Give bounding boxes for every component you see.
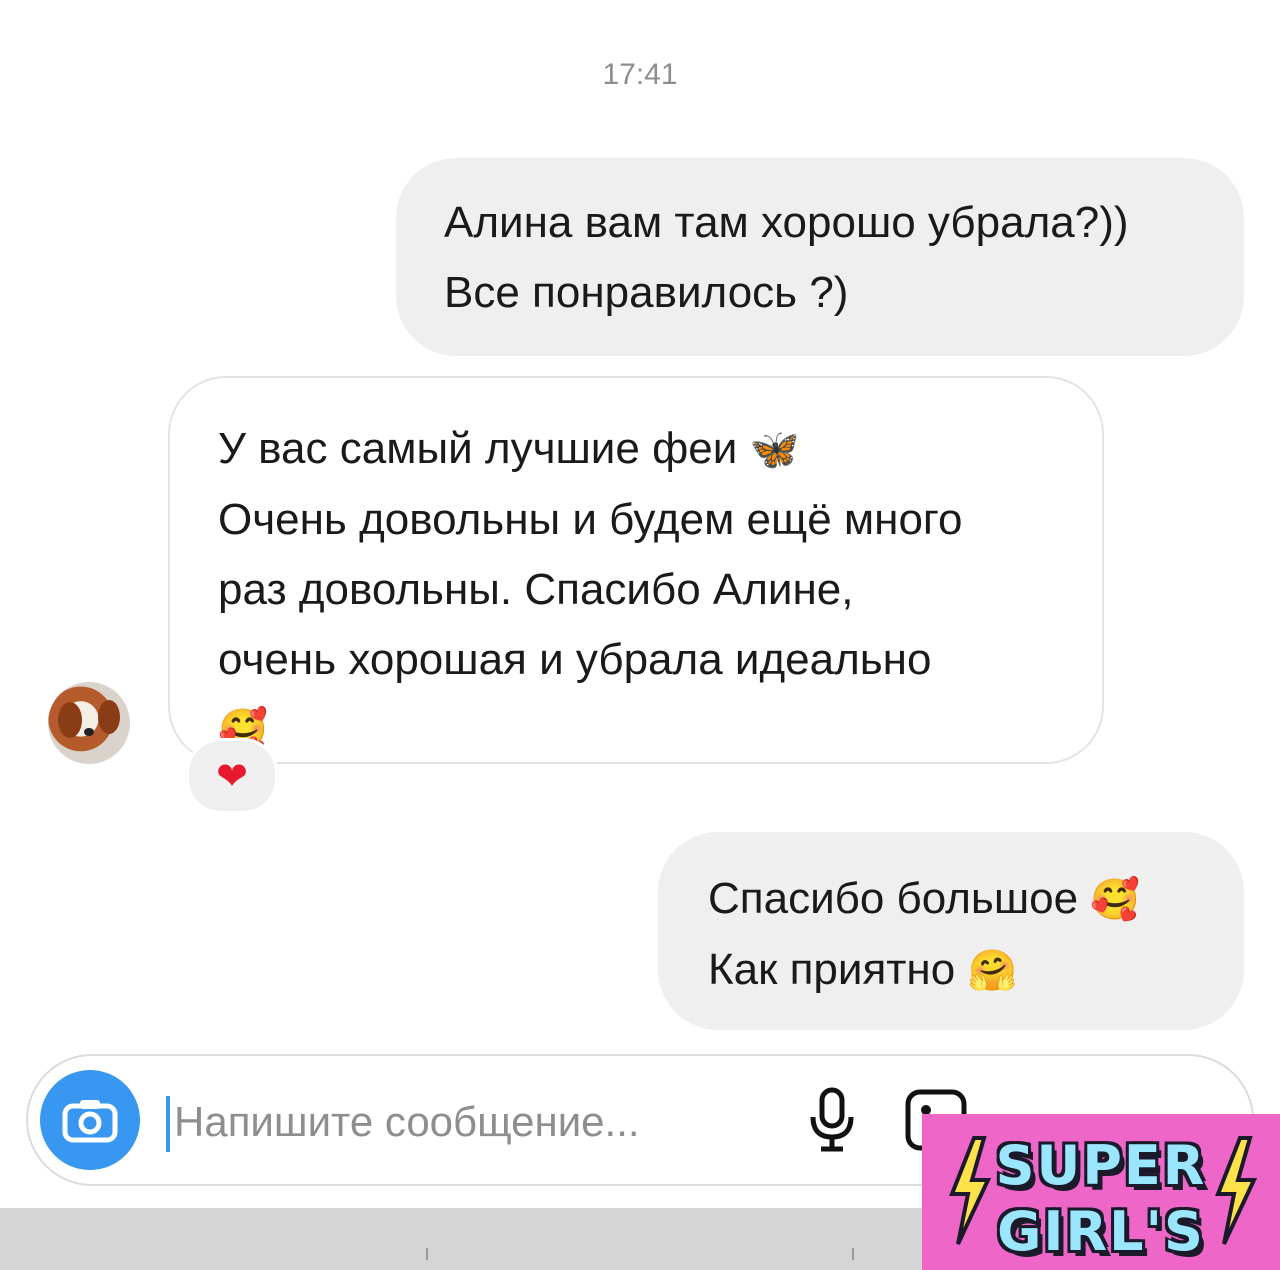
- message-text: Спасибо большое: [708, 874, 1079, 923]
- message-timestamp: 17:41: [602, 58, 678, 91]
- message-line: Очень довольны и будем ещё много: [218, 495, 963, 544]
- message-line: Алина вам там хорошо убрала?)): [444, 198, 1129, 247]
- smiling-hearts-emoji-icon: 🥰: [1090, 877, 1141, 923]
- sender-avatar[interactable]: [48, 682, 130, 764]
- outgoing-message-bubble[interactable]: Спасибо большое 🥰 Как приятно 🤗: [658, 832, 1244, 1030]
- outgoing-message-bubble[interactable]: Алина вам там хорошо убрала?)) Все понра…: [396, 158, 1244, 356]
- message-text: Как приятно: [708, 945, 956, 994]
- message-line: У вас самый лучшие феи 🦋: [218, 414, 1102, 485]
- message-line: Спасибо большое 🥰: [708, 864, 1244, 935]
- incoming-message-bubble[interactable]: У вас самый лучшие феи 🦋 Очень довольны …: [168, 376, 1104, 764]
- heart-reaction-icon[interactable]: ❤: [186, 738, 278, 814]
- camera-icon: [62, 1100, 118, 1143]
- super-girls-logo: SUPER GIRL'S: [922, 1114, 1280, 1270]
- microphone-button[interactable]: [792, 1080, 872, 1160]
- message-line: Как приятно 🤗: [708, 935, 1244, 1006]
- butterfly-emoji-icon: 🦋: [749, 427, 800, 473]
- smiling-hearts-emoji-icon: 🥰: [218, 707, 268, 753]
- message-line: раз довольны. Спасибо Алине,: [218, 565, 854, 614]
- message-line: Все понравилось ?): [444, 268, 849, 317]
- camera-button[interactable]: [40, 1070, 140, 1170]
- avatar-ear: [58, 702, 82, 738]
- message-text: У вас самый лучшие феи: [218, 424, 738, 473]
- avatar-ear: [98, 700, 120, 734]
- message-input[interactable]: [174, 1084, 774, 1160]
- text-caret: [166, 1096, 170, 1152]
- logo-text-super: SUPER: [995, 1134, 1207, 1197]
- message-line: очень хорошая и убрала идеально: [218, 635, 932, 684]
- microphone-icon: [810, 1087, 854, 1152]
- avatar-nose: [84, 728, 94, 736]
- bar-tick: [426, 1248, 428, 1260]
- hugging-emoji-icon: 🤗: [967, 948, 1018, 994]
- logo-text-girls: GIRL'S: [997, 1200, 1205, 1263]
- bar-tick: [852, 1248, 854, 1260]
